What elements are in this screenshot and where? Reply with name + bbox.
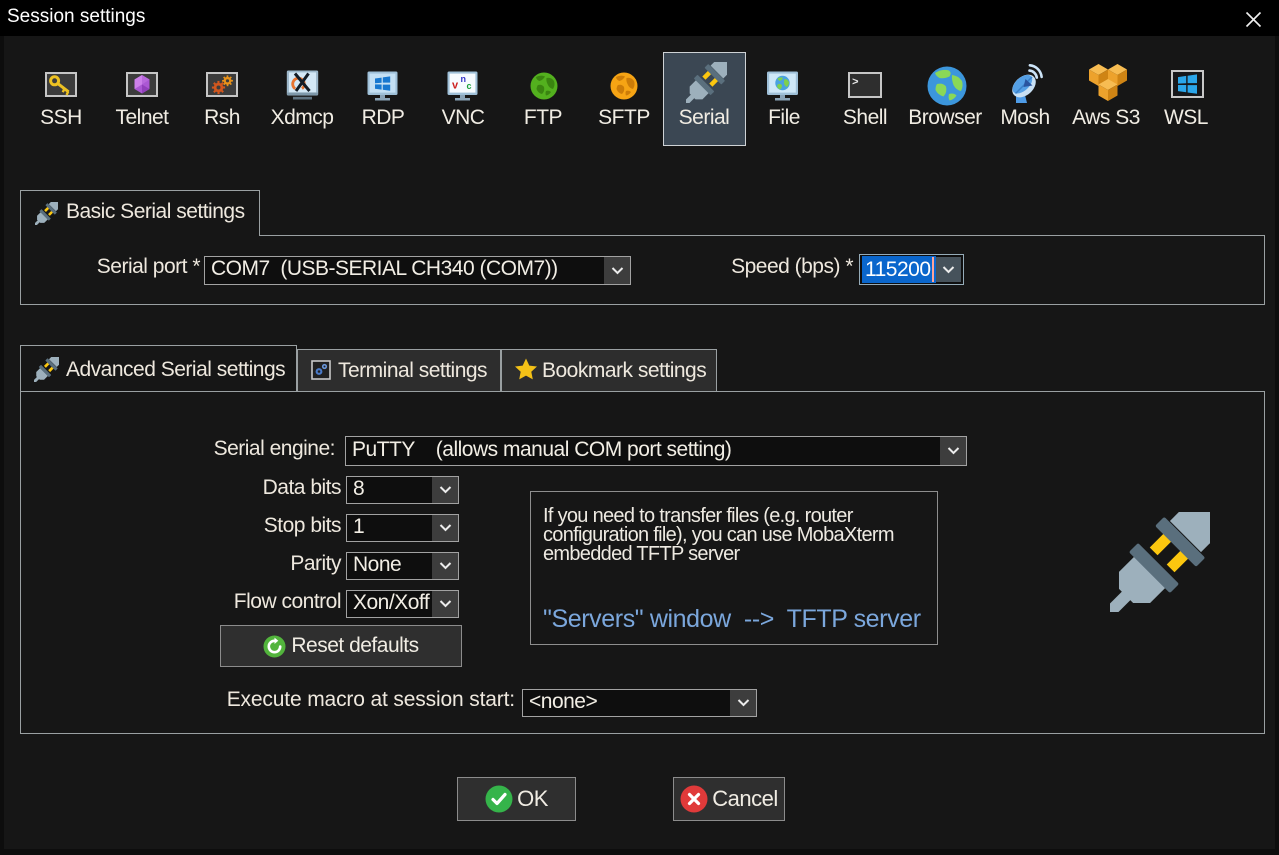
svg-text:n: n (461, 74, 467, 84)
svg-text:>: > (852, 77, 859, 89)
svg-text:c: c (467, 81, 472, 91)
svg-text:v: v (452, 80, 459, 92)
